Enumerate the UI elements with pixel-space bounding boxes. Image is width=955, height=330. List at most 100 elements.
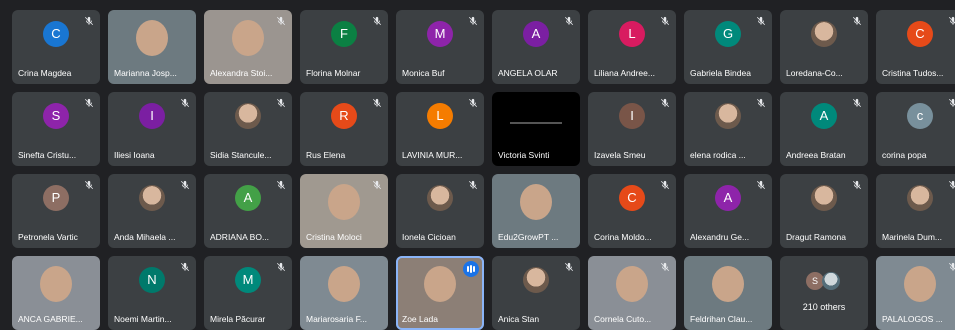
mic-muted-icon bbox=[468, 180, 478, 190]
participant-name: Cristina Moloci bbox=[306, 232, 362, 242]
video-feed bbox=[424, 266, 456, 302]
participant-tile[interactable]: C Crina Magdea bbox=[12, 10, 100, 84]
speaking-indicator-icon bbox=[463, 261, 479, 277]
participant-tile[interactable]: S Sinefta Cristu... bbox=[12, 92, 100, 166]
participant-name: Alexandru Ge... bbox=[690, 232, 750, 242]
participant-tile[interactable]: I Iliesi Ioana bbox=[108, 92, 196, 166]
mic-muted-icon bbox=[660, 180, 670, 190]
avatar: A bbox=[235, 185, 261, 211]
mic-muted-icon bbox=[276, 180, 286, 190]
participant-tile[interactable]: M Monica Buf bbox=[396, 10, 484, 84]
participant-tile[interactable]: Marianna Josp... bbox=[108, 10, 196, 84]
participant-tile[interactable]: Feldrihan Clau... bbox=[684, 256, 772, 330]
avatar bbox=[822, 272, 840, 290]
participant-tile[interactable]: L LAVINIA MUR... bbox=[396, 92, 484, 166]
participant-name: Zoe Lada bbox=[402, 314, 438, 324]
participant-tile[interactable]: Sidia Stancule... bbox=[204, 92, 292, 166]
participant-name: PALALOGOS ... bbox=[882, 314, 943, 324]
participant-name: Feldrihan Clau... bbox=[690, 314, 753, 324]
mic-muted-icon bbox=[276, 98, 286, 108]
video-feed bbox=[904, 266, 936, 302]
mic-muted-icon bbox=[660, 16, 670, 26]
participant-name: Corina Moldo... bbox=[594, 232, 652, 242]
participant-name: Mirela Păcurar bbox=[210, 314, 266, 324]
participant-tile[interactable]: L Liliana Andree... bbox=[588, 10, 676, 84]
mic-muted-icon bbox=[948, 180, 955, 190]
participant-tile[interactable]: I Izavela Smeu bbox=[588, 92, 676, 166]
participant-tile[interactable]: Edu2GrowPT ... bbox=[492, 174, 580, 248]
avatar: c bbox=[907, 103, 933, 129]
participant-name: Cristina Tudos... bbox=[882, 68, 944, 78]
video-feed bbox=[712, 266, 744, 302]
participant-tile[interactable]: A ADRIANA BO... bbox=[204, 174, 292, 248]
avatar: A bbox=[715, 185, 741, 211]
participant-name: Anda Mihaela ... bbox=[114, 232, 176, 242]
participant-name: LAVINIA MUR... bbox=[402, 150, 463, 160]
mic-muted-icon bbox=[564, 16, 574, 26]
participant-tile[interactable]: Alexandra Stoi... bbox=[204, 10, 292, 84]
participant-name: Crina Magdea bbox=[18, 68, 72, 78]
participant-tile[interactable]: Anica Stan bbox=[492, 256, 580, 330]
participant-name: Mariarosaria F... bbox=[306, 314, 367, 324]
video-feed bbox=[232, 20, 264, 56]
participant-name: Petronela Vartic bbox=[18, 232, 78, 242]
mic-muted-icon bbox=[852, 180, 862, 190]
participant-tile[interactable]: Loredana-Co... bbox=[780, 10, 868, 84]
participant-name: Liliana Andree... bbox=[594, 68, 655, 78]
participant-tile[interactable]: Victoria Svinti bbox=[492, 92, 580, 166]
participant-tile[interactable]: Anda Mihaela ... bbox=[108, 174, 196, 248]
video-feed bbox=[40, 266, 72, 302]
participant-tile[interactable]: M Mirela Păcurar bbox=[204, 256, 292, 330]
participant-tile[interactable]: A Alexandru Ge... bbox=[684, 174, 772, 248]
participant-tile[interactable]: A ANGELA OLAR bbox=[492, 10, 580, 84]
participant-tile[interactable]: Cornela Cuto... bbox=[588, 256, 676, 330]
avatar: L bbox=[619, 21, 645, 47]
avatar: A bbox=[523, 21, 549, 47]
participant-tile[interactable]: C Cristina Tudos... bbox=[876, 10, 955, 84]
participant-tile[interactable]: G Gabriela Bindea bbox=[684, 10, 772, 84]
avatar: F bbox=[331, 21, 357, 47]
participant-name: elena rodica ... bbox=[690, 150, 746, 160]
participant-name: Victoria Svinti bbox=[498, 150, 550, 160]
participant-name: Marianna Josp... bbox=[114, 68, 177, 78]
participant-tile[interactable]: Zoe Lada bbox=[396, 256, 484, 330]
participant-tile[interactable]: R Rus Elena bbox=[300, 92, 388, 166]
participant-tile[interactable]: ANCA GABRIE... bbox=[12, 256, 100, 330]
participant-tile[interactable]: F Florina Molnar bbox=[300, 10, 388, 84]
participant-tile[interactable]: A Andreea Bratan bbox=[780, 92, 868, 166]
mic-muted-icon bbox=[468, 98, 478, 108]
participant-tile[interactable]: PALALOGOS ... bbox=[876, 256, 955, 330]
participant-name: Loredana-Co... bbox=[786, 68, 843, 78]
participant-name: 210 others bbox=[802, 302, 846, 312]
others-avatars: S bbox=[804, 272, 844, 290]
participant-name: Anica Stan bbox=[498, 314, 540, 324]
video-feed bbox=[328, 266, 360, 302]
participant-tile[interactable]: Cristina Moloci bbox=[300, 174, 388, 248]
mic-muted-icon bbox=[180, 180, 190, 190]
avatar bbox=[139, 185, 165, 211]
participant-name: Sidia Stancule... bbox=[210, 150, 272, 160]
mic-muted-icon bbox=[276, 262, 286, 272]
participant-tile[interactable]: elena rodica ... bbox=[684, 92, 772, 166]
participant-tile[interactable]: S 210 others bbox=[780, 256, 868, 330]
participant-name: ANCA GABRIE... bbox=[18, 314, 83, 324]
participant-name: Florina Molnar bbox=[306, 68, 361, 78]
participant-name: Edu2GrowPT ... bbox=[498, 232, 559, 242]
mic-muted-icon bbox=[84, 180, 94, 190]
avatar: A bbox=[811, 103, 837, 129]
video-feed bbox=[520, 184, 552, 220]
participant-name: Gabriela Bindea bbox=[690, 68, 751, 78]
participant-tile[interactable]: Dragut Ramona bbox=[780, 174, 868, 248]
participant-name: Ionela Cicioan bbox=[402, 232, 456, 242]
participant-tile[interactable]: Ionela Cicioan bbox=[396, 174, 484, 248]
participant-grid: C Crina Magdea Marianna Josp... Alexandra S… bbox=[10, 10, 955, 330]
participant-tile[interactable]: P Petronela Vartic bbox=[12, 174, 100, 248]
participant-tile[interactable]: Marinela Dum... bbox=[876, 174, 955, 248]
participant-tile[interactable]: N Noemi Martin... bbox=[108, 256, 196, 330]
avatar: S bbox=[43, 103, 69, 129]
avatar bbox=[811, 185, 837, 211]
participant-tile[interactable]: Mariarosaria F... bbox=[300, 256, 388, 330]
participant-tile[interactable]: c corina popa bbox=[876, 92, 955, 166]
participant-tile[interactable]: C Corina Moldo... bbox=[588, 174, 676, 248]
participant-name: Noemi Martin... bbox=[114, 314, 172, 324]
